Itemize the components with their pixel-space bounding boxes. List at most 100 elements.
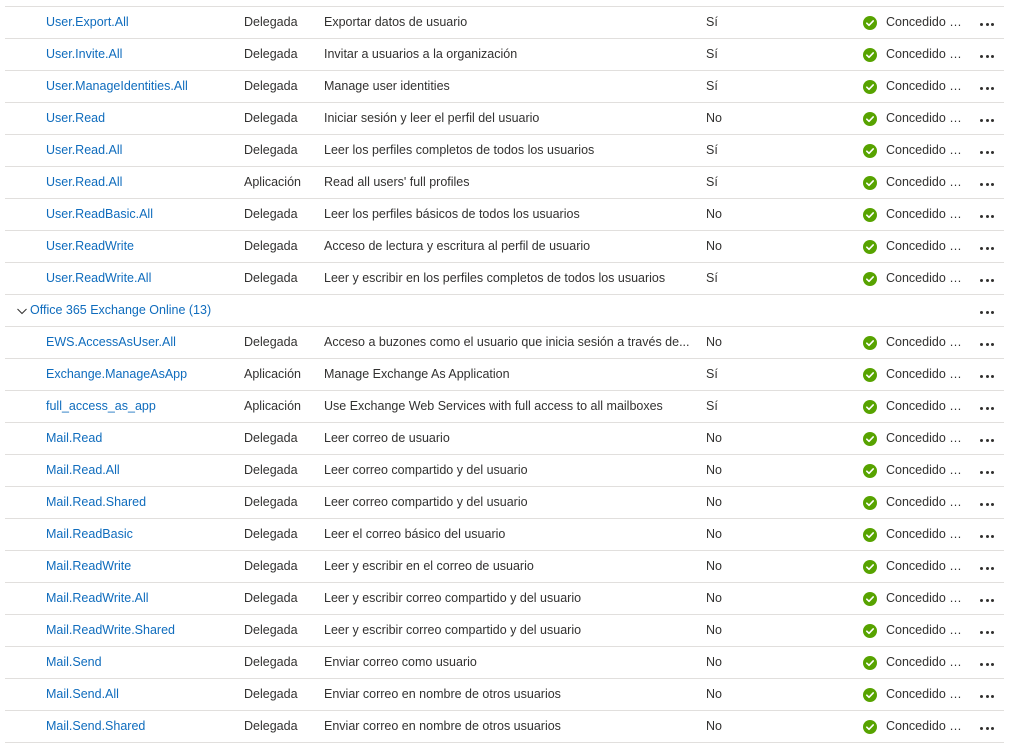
admin-consent-required: No — [706, 495, 722, 509]
check-circle-icon — [863, 655, 877, 670]
consent-status: Concedido p... — [863, 135, 973, 166]
more-options-button[interactable] — [975, 199, 999, 230]
permission-description: Invitar a usuarios a la organización — [324, 47, 518, 61]
permission-name-link[interactable]: Mail.Send.Shared — [46, 711, 236, 742]
more-options-button[interactable] — [975, 487, 999, 518]
api-group-row[interactable]: Office 365 Exchange Online (13) — [5, 295, 1004, 327]
permission-description: Read all users' full profiles — [324, 175, 470, 189]
permission-name-link[interactable]: User.ReadWrite — [46, 231, 236, 262]
admin-consent-required: No — [706, 527, 722, 541]
permission-name-link[interactable]: Mail.Read.All — [46, 455, 236, 486]
more-options-button[interactable] — [975, 615, 999, 646]
permission-name-link[interactable]: User.Read.All — [46, 167, 236, 198]
permission-row: Exchange.ManageAsApp Aplicación Manage Exc… — [5, 359, 1004, 391]
permission-type: Delegada — [244, 239, 298, 253]
permission-name-link[interactable]: User.Read — [46, 103, 236, 134]
admin-consent-required: Sí — [706, 15, 718, 29]
permission-name-link[interactable]: Mail.ReadWrite — [46, 551, 236, 582]
status-text: Concedido p... — [886, 591, 965, 605]
check-circle-icon — [863, 623, 877, 638]
more-options-button[interactable] — [975, 391, 999, 422]
permission-name-link[interactable]: User.ManageIdentities.All — [46, 71, 236, 102]
permission-name-link[interactable]: Mail.Send.All — [46, 679, 236, 710]
admin-consent-required: Sí — [706, 399, 718, 413]
permission-row: Mail.ReadBasic Delegada Leer el correo bás… — [5, 519, 1004, 551]
permission-name-link[interactable]: Mail.Read.Shared — [46, 487, 236, 518]
admin-consent-required: No — [706, 623, 722, 637]
more-options-button[interactable] — [975, 423, 999, 454]
more-options-button[interactable] — [975, 167, 999, 198]
more-options-button[interactable] — [975, 711, 999, 742]
permission-name-link[interactable]: Mail.ReadBasic — [46, 519, 236, 550]
permission-description: Leer correo compartido y del usuario — [324, 495, 528, 509]
more-options-button[interactable] — [975, 295, 999, 326]
permission-name-link[interactable]: full_access_as_app — [46, 391, 236, 422]
check-circle-icon — [863, 239, 877, 254]
consent-status: Concedido p... — [863, 391, 973, 422]
permission-type: Delegada — [244, 47, 298, 61]
status-text: Concedido p... — [886, 175, 965, 189]
consent-status: Concedido p... — [863, 39, 973, 70]
api-group-header[interactable]: Office 365 Exchange Online (13) — [16, 295, 316, 326]
permission-name-link[interactable]: Mail.Read — [46, 423, 236, 454]
permission-type: Delegada — [244, 719, 298, 733]
more-options-button[interactable] — [975, 519, 999, 550]
more-options-button[interactable] — [975, 327, 999, 358]
permission-type: Delegada — [244, 143, 298, 157]
more-options-button[interactable] — [975, 647, 999, 678]
consent-status: Concedido p... — [863, 263, 973, 294]
permission-description: Leer el correo básico del usuario — [324, 527, 506, 541]
more-options-button[interactable] — [975, 551, 999, 582]
permission-type: Delegada — [244, 111, 298, 125]
ellipsis-icon — [980, 329, 994, 358]
permission-name-link[interactable]: User.Invite.All — [46, 39, 236, 70]
permission-type: Delegada — [244, 591, 298, 605]
more-options-button[interactable] — [975, 7, 999, 38]
chevron-down-icon[interactable] — [16, 305, 28, 317]
permission-name-link[interactable]: Exchange.ManageAsApp — [46, 359, 236, 390]
consent-status: Concedido p... — [863, 679, 973, 710]
more-options-button[interactable] — [975, 135, 999, 166]
permission-row: Mail.ReadWrite.Shared Delegada Leer y escr… — [5, 615, 1004, 647]
permission-type: Aplicación — [244, 367, 301, 381]
more-options-button[interactable] — [975, 359, 999, 390]
permission-name-link[interactable]: User.ReadBasic.All — [46, 199, 236, 230]
permission-type: Delegada — [244, 79, 298, 93]
check-circle-icon — [863, 463, 877, 478]
check-circle-icon — [863, 527, 877, 542]
consent-status: Concedido p... — [863, 7, 973, 38]
permission-name-link[interactable]: User.Export.All — [46, 7, 236, 38]
check-circle-icon — [863, 111, 877, 126]
permission-name-link[interactable]: EWS.AccessAsUser.All — [46, 327, 236, 358]
more-options-button[interactable] — [975, 583, 999, 614]
permission-type: Aplicación — [244, 175, 301, 189]
ellipsis-icon — [980, 137, 994, 166]
more-options-button[interactable] — [975, 231, 999, 262]
permission-description: Leer y escribir correo compartido y del … — [324, 591, 582, 605]
permission-name-link[interactable]: User.Read.All — [46, 135, 236, 166]
ellipsis-icon — [980, 73, 994, 102]
more-options-button[interactable] — [975, 39, 999, 70]
status-text: Concedido p... — [886, 367, 965, 381]
check-circle-icon — [863, 15, 877, 30]
ellipsis-icon — [980, 681, 994, 710]
admin-consent-required: No — [706, 559, 722, 573]
check-circle-icon — [863, 271, 877, 286]
more-options-button[interactable] — [975, 455, 999, 486]
consent-status: Concedido p... — [863, 423, 973, 454]
consent-status: Concedido p... — [863, 647, 973, 678]
permission-name-link[interactable]: Mail.ReadWrite.Shared — [46, 615, 236, 646]
consent-status: Concedido p... — [863, 615, 973, 646]
more-options-button[interactable] — [975, 679, 999, 710]
check-circle-icon — [863, 335, 877, 350]
permission-row: Mail.ReadWrite.All Delegada Leer y escribi… — [5, 583, 1004, 615]
more-options-button[interactable] — [975, 263, 999, 294]
more-options-button[interactable] — [975, 103, 999, 134]
permission-name-link[interactable]: Mail.ReadWrite.All — [46, 583, 236, 614]
permission-description: Acceso de lectura y escritura al perfil … — [324, 239, 591, 253]
status-text: Concedido p... — [886, 47, 965, 61]
admin-consent-required: No — [706, 655, 722, 669]
permission-name-link[interactable]: Mail.Send — [46, 647, 236, 678]
permission-name-link[interactable]: User.ReadWrite.All — [46, 263, 236, 294]
more-options-button[interactable] — [975, 71, 999, 102]
